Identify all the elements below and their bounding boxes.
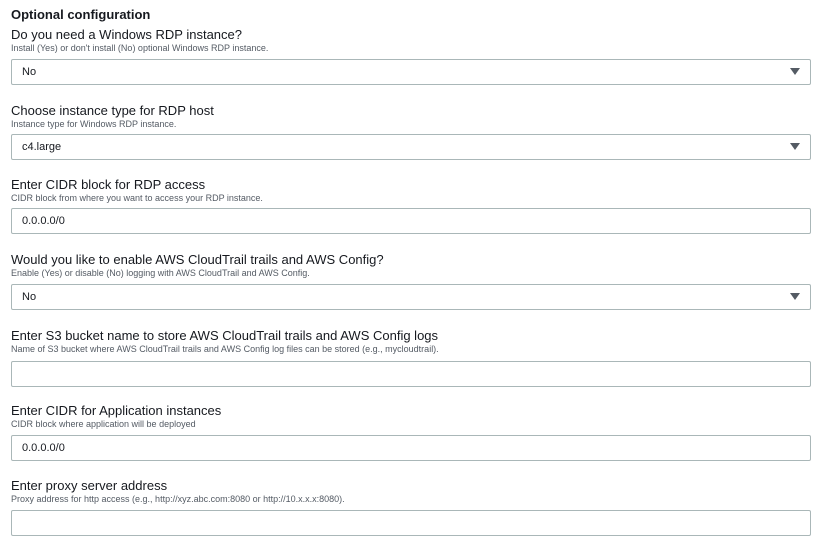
field-label: Enter proxy server address <box>11 478 168 493</box>
field-rdp-cidr: Enter CIDR block for RDP access CIDR blo… <box>11 177 811 234</box>
field-s3-bucket: Enter S3 bucket name to store AWS CloudT… <box>11 328 811 387</box>
rdp-instance-select[interactable]: No <box>11 59 811 85</box>
field-description: CIDR block where application will be dep… <box>11 419 196 429</box>
field-description: Proxy address for http access (e.g., htt… <box>11 494 345 504</box>
field-instance-type: Choose instance type for RDP host Instan… <box>11 103 811 160</box>
field-description: Name of S3 bucket where AWS CloudTrail t… <box>11 344 439 354</box>
field-description: Instance type for Windows RDP instance. <box>11 119 177 129</box>
rdp-cidr-input[interactable]: 0.0.0.0/0 <box>11 208 811 234</box>
instance-type-select[interactable]: c4.large <box>11 134 811 160</box>
chevron-down-icon <box>790 293 800 300</box>
field-label: Do you need a Windows RDP instance? <box>11 27 242 42</box>
select-value: No <box>22 66 37 78</box>
input-value: 0.0.0.0/0 <box>22 442 65 454</box>
input-value: 0.0.0.0/0 <box>22 215 65 227</box>
field-label: Enter CIDR for Application instances <box>11 403 222 418</box>
field-label: Choose instance type for RDP host <box>11 103 214 118</box>
cloudtrail-enable-select[interactable]: No <box>11 284 811 310</box>
chevron-down-icon <box>790 143 800 150</box>
section-title: Optional configuration <box>11 7 151 22</box>
field-app-cidr: Enter CIDR for Application instances CID… <box>11 403 811 461</box>
field-description: CIDR block from where you want to access… <box>11 193 263 203</box>
field-cloudtrail-enable: Would you like to enable AWS CloudTrail … <box>11 252 811 310</box>
s3-bucket-input[interactable] <box>11 361 811 387</box>
field-label: Enter CIDR block for RDP access <box>11 177 206 192</box>
proxy-address-input[interactable] <box>11 510 811 536</box>
field-rdp-instance: Do you need a Windows RDP instance? Inst… <box>11 27 811 85</box>
select-value: c4.large <box>22 141 62 153</box>
field-label: Enter S3 bucket name to store AWS CloudT… <box>11 328 439 343</box>
optional-configuration-form: Optional configuration Do you need a Win… <box>0 0 822 547</box>
chevron-down-icon <box>790 68 800 75</box>
field-description: Enable (Yes) or disable (No) logging wit… <box>11 268 310 278</box>
field-label: Would you like to enable AWS CloudTrail … <box>11 252 384 267</box>
field-description: Install (Yes) or don't install (No) opti… <box>11 43 269 53</box>
app-cidr-input[interactable]: 0.0.0.0/0 <box>11 435 811 461</box>
field-proxy-address: Enter proxy server address Proxy address… <box>11 478 811 536</box>
select-value: No <box>22 291 37 303</box>
